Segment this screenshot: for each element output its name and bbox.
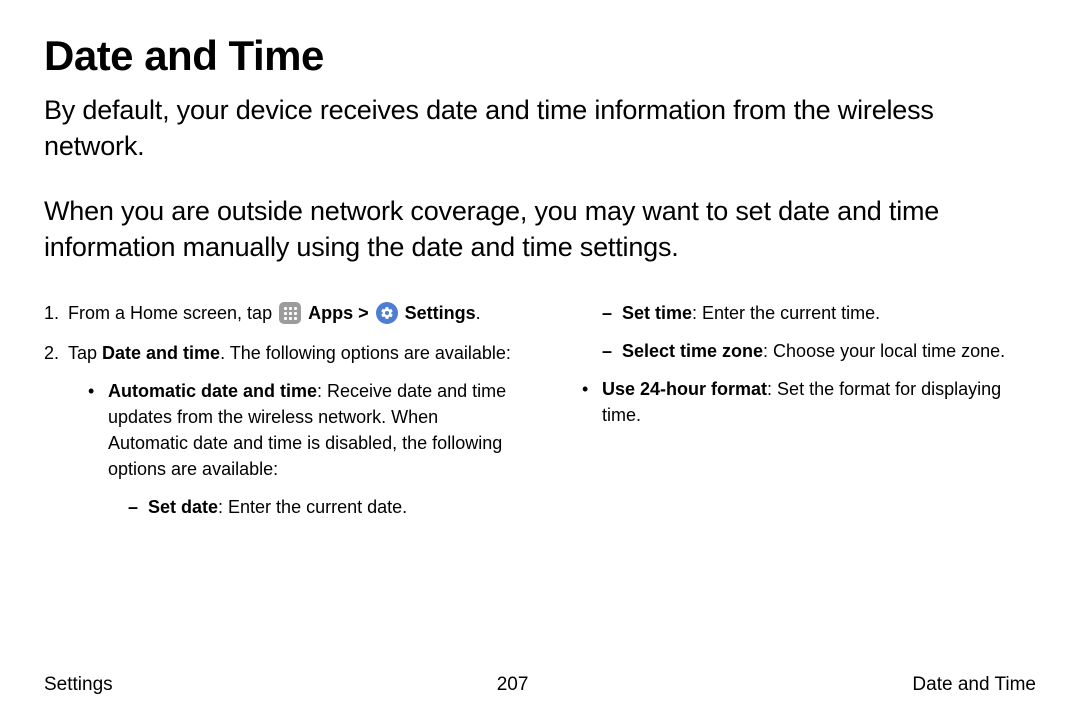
footer-right: Date and Time: [912, 674, 1036, 696]
right-column: Set time: Enter the current time. Select…: [562, 300, 1036, 549]
separator: >: [358, 303, 374, 323]
option-label: Automatic date and time: [108, 381, 317, 401]
step-1-pre: From a Home screen, tap: [68, 303, 277, 323]
manual-page: Date and Time By default, your device re…: [0, 0, 1080, 720]
sub-option-label: Select time zone: [622, 341, 763, 361]
step-2-pre: Tap: [68, 343, 102, 363]
option-list-continued: Use 24-hour format: Set the format for d…: [582, 376, 1036, 428]
settings-icon: [376, 302, 398, 324]
step-2-post: . The following options are available:: [220, 343, 511, 363]
sub-option-desc: : Enter the current date.: [218, 497, 407, 517]
sub-option-list: Set date: Enter the current date.: [128, 494, 518, 520]
step-body: From a Home screen, tap Apps > Settings: [68, 300, 518, 326]
footer-left: Settings: [44, 674, 113, 696]
step-1: 1. From a Home screen, tap Apps >: [44, 300, 518, 326]
option-label: Use 24-hour format: [602, 379, 767, 399]
sub-option-desc: : Choose your local time zone.: [763, 341, 1005, 361]
page-title: Date and Time: [44, 32, 1036, 80]
sub-option-timezone: Select time zone: Choose your local time…: [602, 338, 1036, 364]
sub-option-desc: : Enter the current time.: [692, 303, 880, 323]
footer-page-number: 207: [497, 674, 529, 696]
sub-option-label: Set time: [622, 303, 692, 323]
step-body: Tap Date and time. The following options…: [68, 340, 518, 535]
option-list: Automatic date and time: Receive date an…: [88, 378, 518, 520]
sub-option-set-time: Set time: Enter the current time.: [602, 300, 1036, 326]
page-footer: Settings 207 Date and Time: [44, 644, 1036, 696]
left-column: 1. From a Home screen, tap Apps >: [44, 300, 518, 549]
sub-option-list-continued: Set time: Enter the current time. Select…: [602, 300, 1036, 364]
sub-option-set-date: Set date: Enter the current date.: [128, 494, 518, 520]
intro-paragraph-2: When you are outside network coverage, y…: [44, 193, 1036, 266]
step-1-post: .: [476, 303, 481, 323]
apps-icon: [279, 302, 301, 324]
option-24hour: Use 24-hour format: Set the format for d…: [582, 376, 1036, 428]
intro-paragraph-1: By default, your device receives date an…: [44, 92, 1036, 165]
settings-label: Settings: [405, 303, 476, 323]
content-columns: 1. From a Home screen, tap Apps >: [44, 300, 1036, 549]
option-automatic: Automatic date and time: Receive date an…: [88, 378, 518, 520]
step-2-bold: Date and time: [102, 343, 220, 363]
step-2: 2. Tap Date and time. The following opti…: [44, 340, 518, 535]
sub-option-label: Set date: [148, 497, 218, 517]
step-number: 1.: [44, 300, 68, 326]
apps-label: Apps: [308, 303, 353, 323]
step-number: 2.: [44, 340, 68, 535]
